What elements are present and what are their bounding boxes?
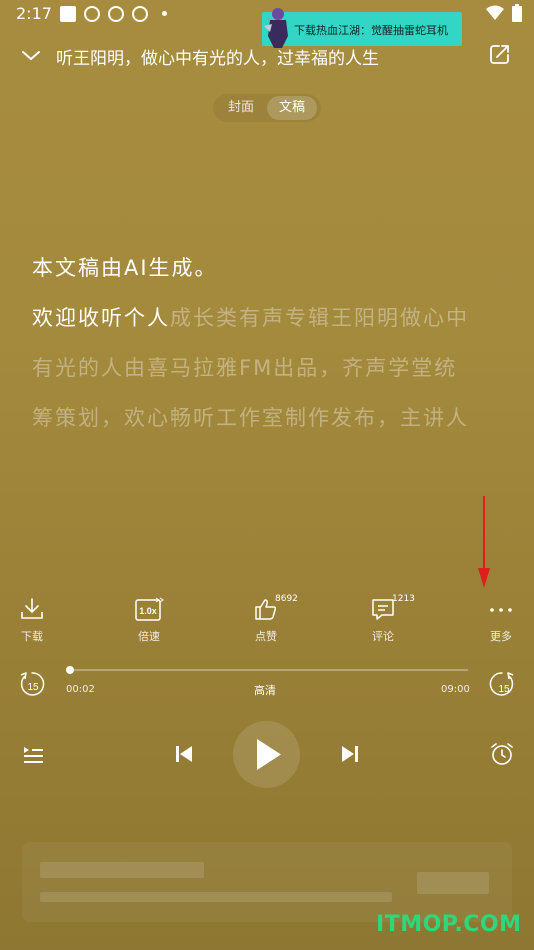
annotation-arrow-icon [478, 496, 490, 588]
rewind-15-button[interactable]: 15 [18, 670, 46, 698]
download-button[interactable]: 下载 [2, 596, 62, 644]
more-button[interactable]: 更多 [471, 596, 531, 644]
speed-button[interactable]: 1.0x 倍速 [119, 596, 179, 644]
collapse-chevron-icon[interactable] [20, 44, 42, 66]
ad-banner[interactable]: 下载热血江湖：觉醒抽雷蛇耳机 [262, 8, 462, 48]
next-track-icon[interactable] [340, 744, 360, 764]
transcript-unread-text: 成长类有声专辑王阳明做心中 [170, 306, 469, 330]
progress-track[interactable] [70, 669, 468, 671]
view-toggle: 封面 文稿 [213, 94, 321, 122]
watermark: ITMOP.COM [376, 912, 522, 937]
speed-label: 倍速 [138, 630, 160, 643]
battery-icon [512, 4, 522, 22]
comment-count: 1213 [392, 594, 415, 604]
like-count: 8692 [275, 594, 298, 604]
notification-icon [132, 6, 148, 22]
status-time: 2:17 [16, 4, 52, 23]
ad-character-icon [264, 8, 288, 48]
forward-15-button[interactable]: 15 [488, 670, 516, 698]
transcript-read-text: 欢迎收听个人 [32, 306, 170, 330]
like-label: 点赞 [255, 630, 277, 643]
play-button[interactable] [233, 721, 300, 788]
share-icon[interactable] [488, 42, 512, 66]
ad-text: 下载热血江湖：觉醒抽雷蛇耳机 [294, 24, 448, 37]
elapsed-time: 00:02 [66, 684, 95, 695]
download-label: 下载 [21, 630, 43, 643]
notification-app-icon [60, 6, 76, 22]
previous-track-icon[interactable] [174, 744, 194, 764]
forward-seconds: 15 [498, 684, 510, 695]
album-title: 听王阳明，做心中有光的人，过幸福的人生 [56, 49, 379, 69]
notification-icon [108, 6, 124, 22]
transcript-line: 欢迎收听个人成长类有声专辑王阳明做心中 [32, 302, 469, 332]
transcript-line: 有光的人由喜马拉雅FM出品，齐声学堂统 [32, 356, 458, 380]
progress-thumb[interactable] [66, 666, 74, 674]
tab-script[interactable]: 文稿 [267, 96, 317, 120]
skeleton-button [417, 872, 489, 894]
quality-button[interactable]: 高清 [254, 682, 276, 698]
skeleton-line [40, 892, 392, 902]
transcript-line: 筹策划，欢心畅听工作室制作发布，主讲人 [32, 406, 469, 430]
status-right [486, 4, 522, 22]
tab-cover[interactable]: 封面 [217, 96, 265, 120]
total-time: 09:00 [441, 684, 470, 695]
download-icon [21, 598, 43, 619]
transcript-line: 本文稿由AI生成。 [32, 256, 218, 280]
play-icon [257, 739, 281, 770]
notification-icon [84, 6, 100, 22]
speed-badge: 1.0x [139, 606, 157, 616]
comment-label: 评论 [372, 630, 394, 643]
alarm-clock-icon[interactable] [490, 742, 514, 766]
playback-speed-icon: 1.0x [135, 597, 164, 621]
wifi-icon [486, 5, 504, 20]
loading-placeholder-card [22, 842, 512, 922]
more-label: 更多 [490, 630, 512, 643]
rewind-seconds: 15 [27, 682, 39, 693]
skeleton-line [40, 862, 204, 878]
more-dots-icon [490, 608, 512, 612]
more-notifications-dot-icon [162, 11, 167, 16]
playlist-icon[interactable] [22, 744, 44, 766]
